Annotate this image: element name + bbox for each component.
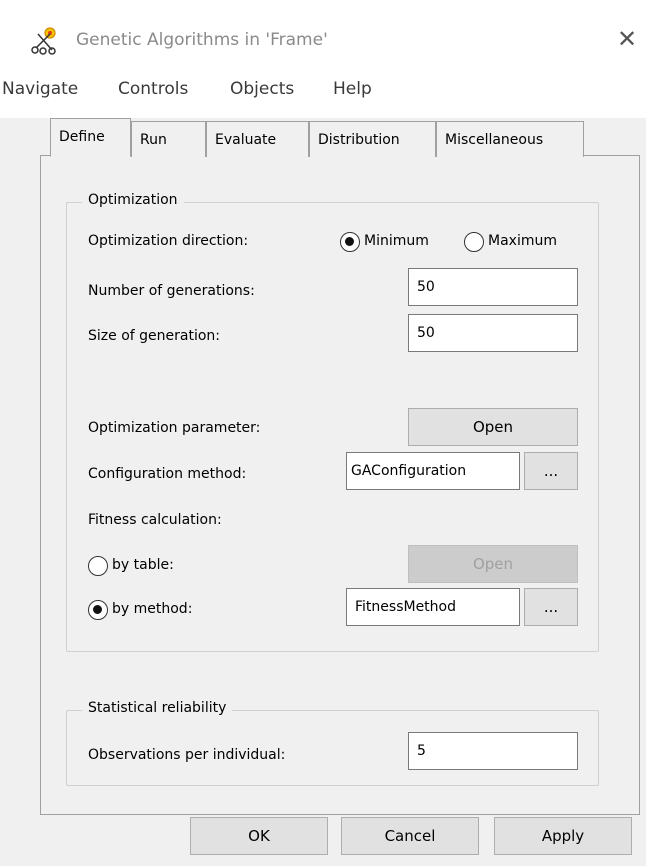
radio-minimum-label[interactable]: Minimum	[364, 233, 429, 249]
generations-label: Number of generations:	[88, 283, 255, 299]
menu-bar	[0, 78, 646, 118]
param-label: Optimization parameter:	[88, 420, 261, 436]
size-input[interactable]: 50	[408, 314, 578, 352]
window-title: Genetic Algorithms in 'Frame'	[76, 30, 328, 50]
menu-navigate[interactable]: Navigate	[2, 79, 78, 99]
tab-distribution[interactable]: Distribution	[309, 121, 436, 157]
config-input[interactable]: GAConfiguration	[346, 452, 520, 490]
radio-by-table[interactable]	[88, 556, 108, 576]
cancel-button[interactable]: Cancel	[341, 817, 479, 855]
radio-by-method[interactable]	[88, 600, 108, 620]
fitness-label: Fitness calculation:	[88, 512, 222, 528]
config-label: Configuration method:	[88, 466, 247, 482]
radio-minimum[interactable]	[340, 232, 360, 252]
radio-maximum[interactable]	[464, 232, 484, 252]
reliability-legend: Statistical reliability	[82, 700, 233, 716]
observations-label: Observations per individual:	[88, 747, 286, 763]
radio-maximum-label[interactable]: Maximum	[488, 233, 557, 249]
size-label: Size of generation:	[88, 328, 220, 344]
apply-button[interactable]: Apply	[494, 817, 632, 855]
ok-button[interactable]: OK	[190, 817, 328, 855]
by-table-open-button[interactable]: Open	[408, 545, 578, 583]
app-icon	[31, 27, 56, 55]
observations-input[interactable]: 5	[408, 732, 578, 770]
by-method-browse-button[interactable]: ...	[524, 588, 578, 626]
optimization-legend: Optimization	[82, 192, 184, 208]
radio-by-table-label[interactable]: by table:	[112, 557, 174, 573]
by-method-input[interactable]: FitnessMethod	[346, 588, 520, 626]
config-browse-button[interactable]: ...	[524, 452, 578, 490]
tab-define[interactable]: Define	[50, 118, 131, 157]
tab-evaluate[interactable]: Evaluate	[206, 121, 309, 157]
close-icon[interactable]: ✕	[612, 24, 642, 54]
generations-input[interactable]: 50	[408, 268, 578, 306]
menu-controls[interactable]: Controls	[118, 79, 188, 99]
param-open-button[interactable]: Open	[408, 408, 578, 446]
tab-run[interactable]: Run	[131, 121, 206, 157]
menu-help[interactable]: Help	[333, 79, 372, 99]
radio-by-method-label[interactable]: by method:	[112, 601, 192, 617]
menu-objects[interactable]: Objects	[230, 79, 294, 99]
direction-label: Optimization direction:	[88, 233, 249, 249]
tab-miscellaneous[interactable]: Miscellaneous	[436, 121, 584, 157]
